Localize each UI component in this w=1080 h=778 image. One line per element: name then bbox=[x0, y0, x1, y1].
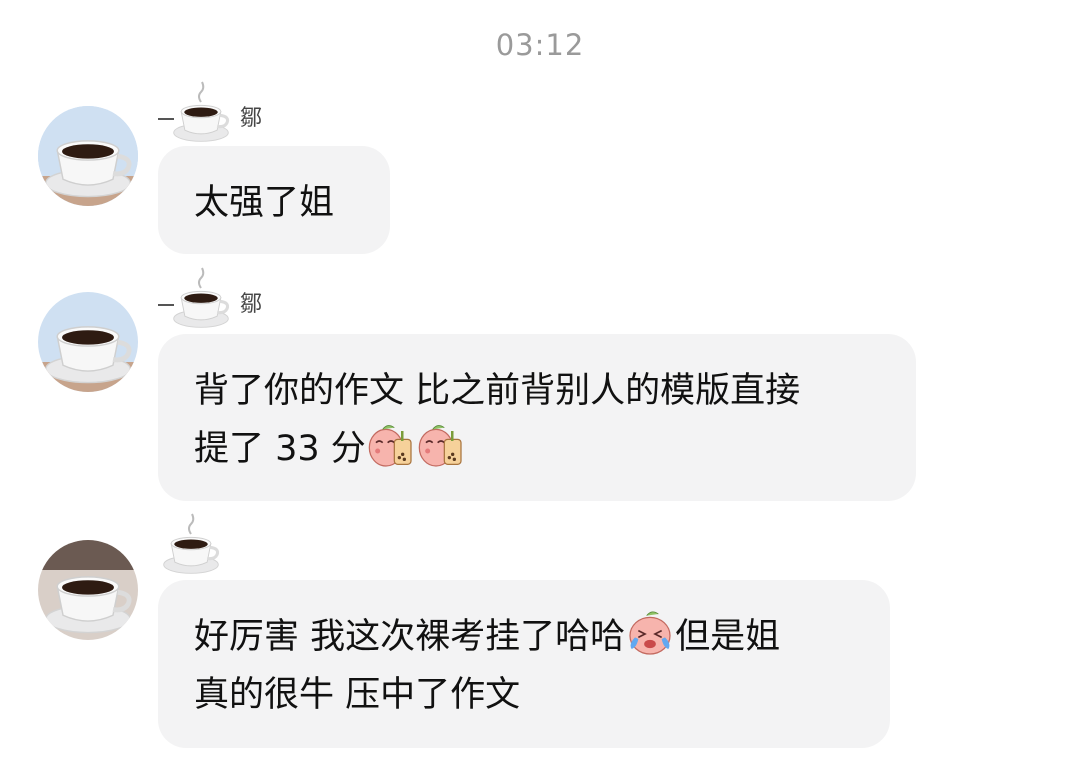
message-bubble[interactable]: 好厉害 我这次裸考挂了哈哈 但是姐 真的很牛 压中了作文 bbox=[158, 580, 890, 748]
sender-name-partial: 鄒 bbox=[240, 106, 263, 131]
sender-name: 鄒 bbox=[154, 264, 274, 334]
peach-laugh-cry-emoji-icon bbox=[625, 609, 675, 659]
message-text-line: 真的很牛 压中了作文 bbox=[194, 675, 521, 715]
message-text-line: 提了 33 分 bbox=[194, 420, 880, 478]
sender-avatar[interactable] bbox=[38, 106, 138, 206]
message-bubble[interactable]: 背了你的作文 比之前背别人的模版直接 提了 33 分 bbox=[158, 334, 916, 501]
message-bubble[interactable]: 太强了姐 bbox=[158, 146, 390, 254]
coffee-cup-icon bbox=[38, 540, 138, 640]
sender-avatar[interactable] bbox=[38, 292, 138, 392]
sender-name: 鄒 bbox=[154, 78, 274, 148]
sender-name bbox=[154, 510, 274, 580]
coffee-cup-icon bbox=[172, 81, 230, 143]
message-text-line: 背了你的作文 比之前背别人的模版直接 bbox=[194, 371, 801, 411]
message-text: 但是姐 bbox=[675, 617, 781, 657]
coffee-cup-icon bbox=[38, 292, 138, 392]
message-timestamp: 03:12 bbox=[495, 28, 585, 62]
message-text-line: 好厉害 我这次裸考挂了哈哈 但是姐 bbox=[194, 608, 854, 666]
coffee-cup-icon bbox=[38, 106, 138, 206]
peach-bubble-tea-emoji-icon bbox=[366, 421, 416, 471]
message-text: 好厉害 我这次裸考挂了哈哈 bbox=[194, 617, 626, 657]
coffee-cup-icon bbox=[162, 513, 220, 575]
sender-name-partial: 鄒 bbox=[240, 292, 263, 317]
message-text: 提了 33 分 bbox=[194, 429, 366, 469]
sender-avatar[interactable] bbox=[38, 540, 138, 640]
coffee-cup-icon bbox=[172, 267, 230, 329]
chat-screen: 03:12 鄒 太强了姐 鄒 背了你的作文 比之前背别人的模版直接 提了 33 … bbox=[0, 0, 1080, 778]
peach-bubble-tea-emoji-icon bbox=[416, 421, 466, 471]
message-text: 太强了姐 bbox=[194, 183, 335, 223]
